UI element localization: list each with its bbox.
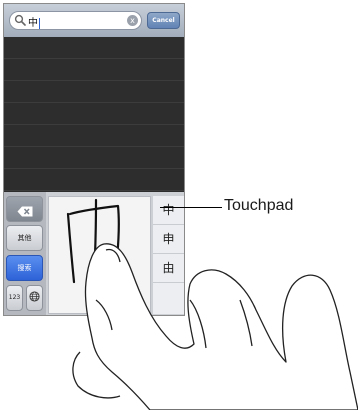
touchpad-callout-label: Touchpad xyxy=(224,197,294,214)
hand xyxy=(72,243,358,410)
callout-line xyxy=(160,207,222,208)
finger-illustration xyxy=(66,198,358,410)
